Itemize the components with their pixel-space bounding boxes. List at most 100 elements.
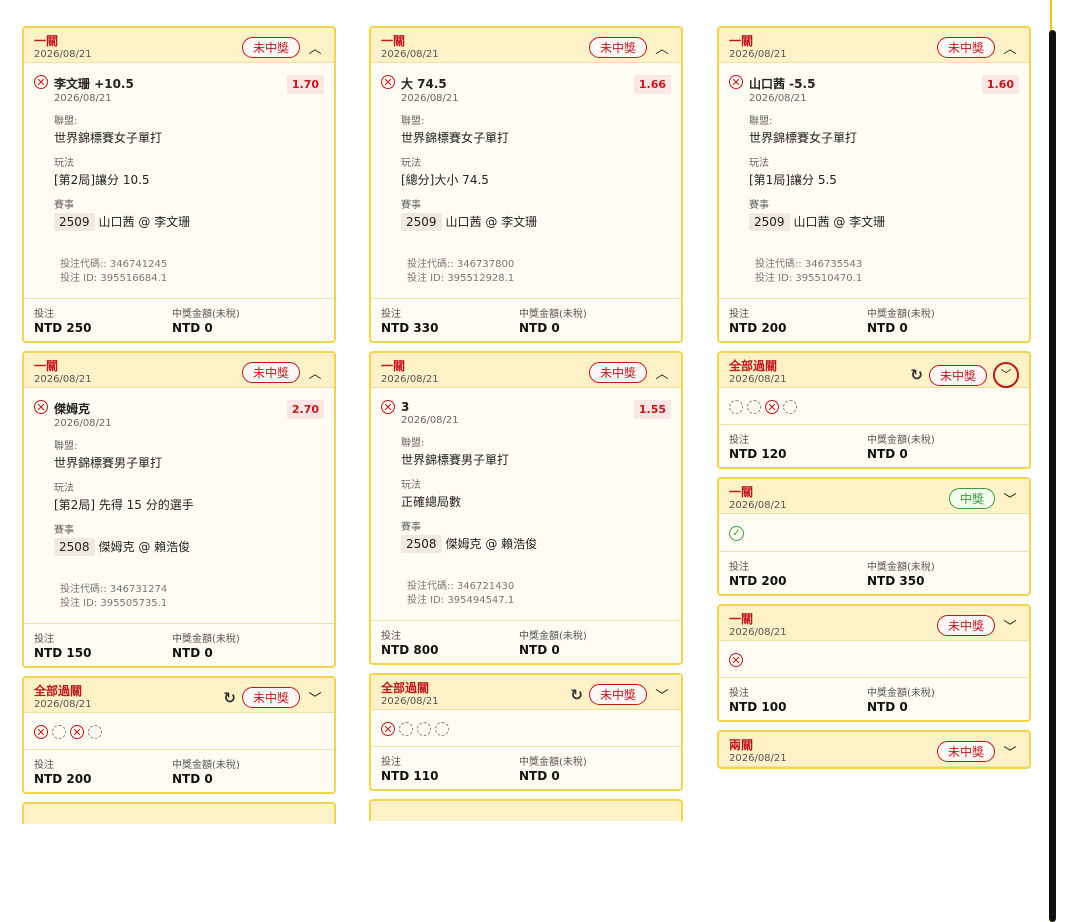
bet-codes: 投注代碼:: 346731274 投注 ID: 395505735.1 [60, 583, 324, 617]
odds-badge: 1.55 [633, 400, 671, 419]
chevron-down-icon[interactable]: ﹀ [1001, 742, 1019, 761]
bet-selection: ✕ 傑姆克 2026/08/21 2.70 聯盟: 世界錦標賽男子單打 玩法 [第2局] 先得… [24, 388, 334, 623]
selection-main: ✕ 傑姆克 2026/08/21 [34, 400, 112, 429]
payout-label: 中獎金額(未稅) [172, 760, 240, 771]
dashed-circle-icon [52, 725, 66, 739]
leg-status-row: ✕ [719, 388, 1029, 424]
event-matchup: 山口茜 @ 李文珊 [793, 215, 886, 229]
selection-date: 2026/08/21 [401, 415, 459, 426]
status-badge: 未中獎 [936, 37, 995, 58]
odds-badge: 2.70 [286, 400, 324, 419]
bet-card-header[interactable]: 一關 2026/08/21 未中獎 ︿ [24, 28, 334, 63]
bet-card: 兩關 2026/08/21 未中獎 ﹀ [717, 730, 1031, 769]
x-circle-icon: ✕ [729, 75, 743, 89]
bet-card-header[interactable]: 一關 2026/08/21 未中獎 ︿ [719, 28, 1029, 63]
bet-card-header[interactable]: 全部過關 2026/08/21 ↻ 未中獎 ﹀ [371, 675, 681, 710]
market-label: 玩法 [401, 158, 421, 169]
bet-type-label: 一關 [381, 359, 406, 373]
dashed-circle-icon [399, 722, 413, 736]
market-value: [第1局]讓分 5.5 [749, 173, 837, 187]
stake-column: 投注 NTD 150 [34, 630, 172, 660]
chevron-down-icon[interactable]: ﹀ [1001, 616, 1019, 635]
event-value: 2509 山口茜 @ 李文珊 [54, 213, 324, 231]
bet-card-header[interactable]: 全部過關 2026/08/21 ↻ 未中獎 ﹀ [24, 678, 334, 713]
bet-type-label: 一關 [729, 612, 754, 626]
refresh-icon[interactable]: ↻ [223, 689, 236, 707]
market-label: 玩法 [749, 158, 769, 169]
scrollbar-thumb[interactable] [1049, 30, 1056, 922]
stake-column: 投注 NTD 330 [381, 305, 519, 335]
x-circle-icon: ✕ [765, 400, 779, 414]
bet-date: 2026/08/21 [729, 627, 787, 638]
bet-code-line: 投注代碼:: 346731274 [60, 583, 324, 597]
chevron-up-icon[interactable]: ︿ [1001, 38, 1019, 57]
event-number: 2509 [749, 213, 790, 231]
chevron-down-icon[interactable]: ﹀ [993, 362, 1019, 388]
bet-card-heading: 一關 2026/08/21 [34, 360, 92, 385]
league-value: 世界錦標賽女子單打 [749, 131, 858, 145]
bet-card-header[interactable]: 全部過關 2026/08/21 ↻ 未中獎 ﹀ [719, 353, 1029, 388]
chevron-up-icon[interactable]: ︿ [653, 363, 671, 382]
league-label: 聯盟: [54, 441, 78, 452]
chevron-down-icon[interactable]: ﹀ [653, 685, 671, 704]
bet-card-header[interactable]: 一關 2026/08/21 未中獎 ﹀ [719, 606, 1029, 641]
bet-code-value: 346721430 [456, 581, 515, 592]
chevron-down-icon[interactable]: ﹀ [1001, 489, 1019, 508]
payout-value: NTD 350 [867, 574, 925, 588]
stake-value: NTD 120 [729, 447, 787, 461]
bet-type-label: 兩關 [729, 738, 754, 752]
refresh-icon[interactable]: ↻ [910, 366, 923, 384]
bet-card: 全部過關 2026/08/21 ↻ 未中獎 ﹀ ✕ ✕ 投注 NTD 200 中獎金額(未稅) NT… [22, 676, 336, 794]
bet-code-line: 投注代碼:: 346737800 [407, 258, 671, 272]
bet-code-value: 346731274 [109, 584, 168, 595]
chevron-up-icon[interactable]: ︿ [306, 363, 324, 382]
next-card-edge [369, 799, 683, 821]
bet-card-header[interactable]: 一關 2026/08/21 中獎 ﹀ [719, 479, 1029, 514]
bet-date: 2026/08/21 [34, 699, 92, 710]
selection-row: ✕ 3 2026/08/21 1.55 [381, 400, 671, 426]
refresh-icon[interactable]: ↻ [570, 686, 583, 704]
stake-value: NTD 800 [381, 643, 439, 657]
event-label: 賽事 [401, 200, 421, 211]
bet-history-panel: 一關 2026/08/21 未中獎 ︿ ✕ 李文珊 +10.5 2026/08/21 1.70… [0, 0, 1052, 922]
chevron-down-icon[interactable]: ﹀ [306, 688, 324, 707]
bet-code-line: 投注代碼:: 346741245 [60, 258, 324, 272]
market-label: 玩法 [401, 480, 421, 491]
bet-card-actions: 未中獎 ﹀ [936, 741, 1019, 762]
leg-status-row: ✕ [719, 641, 1029, 677]
bet-card-heading: 一關 2026/08/21 [729, 35, 787, 60]
event-label: 賽事 [54, 200, 74, 211]
bet-amounts: 投注 NTD 250 中獎金額(未稅) NTD 0 [24, 298, 334, 341]
selection-name: 大 74.5 [401, 77, 447, 91]
selection-name: 山口茜 -5.5 [749, 77, 816, 91]
check-circle-icon: ✓ [729, 526, 744, 541]
bet-card: 一關 2026/08/21 未中獎 ︿ ✕ 3 2026/08/21 1.55 聯盟: 世界錦標賽… [369, 351, 683, 665]
bet-amounts: 投注 NTD 100 中獎金額(未稅) NTD 0 [719, 677, 1029, 720]
selection-main: ✕ 山口茜 -5.5 2026/08/21 [729, 75, 815, 104]
bet-card-header[interactable]: 一關 2026/08/21 未中獎 ︿ [371, 353, 681, 388]
bet-date: 2026/08/21 [34, 374, 92, 385]
bet-id-label: 投注 ID: [755, 273, 796, 284]
chevron-up-icon[interactable]: ︿ [653, 38, 671, 57]
stake-column: 投注 NTD 100 [729, 684, 867, 714]
bet-id-line: 投注 ID: 395516684.1 [60, 272, 324, 286]
event-value: 2508 傑姆克 @ 賴浩俊 [54, 538, 324, 556]
bet-code-value: 346737800 [456, 259, 515, 270]
market-value: 正確總局數 [401, 495, 462, 509]
event-label: 賽事 [749, 200, 769, 211]
bet-card: 全部過關 2026/08/21 ↻ 未中獎 ﹀ ✕ 投注 NTD 110 中獎金額(未稅) NTD… [369, 673, 683, 791]
bet-card: 全部過關 2026/08/21 ↻ 未中獎 ﹀ ✕ 投注 NTD 120 中獎金額(未稅) NTD… [717, 351, 1031, 469]
chevron-up-icon[interactable]: ︿ [306, 38, 324, 57]
event-matchup: 山口茜 @ 李文珊 [445, 215, 538, 229]
bet-card-header[interactable]: 一關 2026/08/21 未中獎 ︿ [371, 28, 681, 63]
stake-label: 投注 [729, 435, 749, 446]
bet-id-label: 投注 ID: [407, 273, 448, 284]
bet-column-2: 一關 2026/08/21 未中獎 ︿ ✕ 大 74.5 2026/08/21 1.66 聯盟:… [369, 26, 683, 821]
bet-card-header[interactable]: 兩關 2026/08/21 未中獎 ﹀ [719, 732, 1029, 767]
selection-text: 傑姆克 2026/08/21 [54, 400, 112, 429]
league-label: 聯盟: [401, 438, 425, 449]
bet-code-label: 投注代碼:: [407, 581, 457, 592]
bet-amounts: 投注 NTD 120 中獎金額(未稅) NTD 0 [719, 424, 1029, 467]
bet-card: 一關 2026/08/21 未中獎 ﹀ ✕ 投注 NTD 100 中獎金額(未稅) NTD 0 [717, 604, 1031, 722]
bet-card-header[interactable]: 一關 2026/08/21 未中獎 ︿ [24, 353, 334, 388]
